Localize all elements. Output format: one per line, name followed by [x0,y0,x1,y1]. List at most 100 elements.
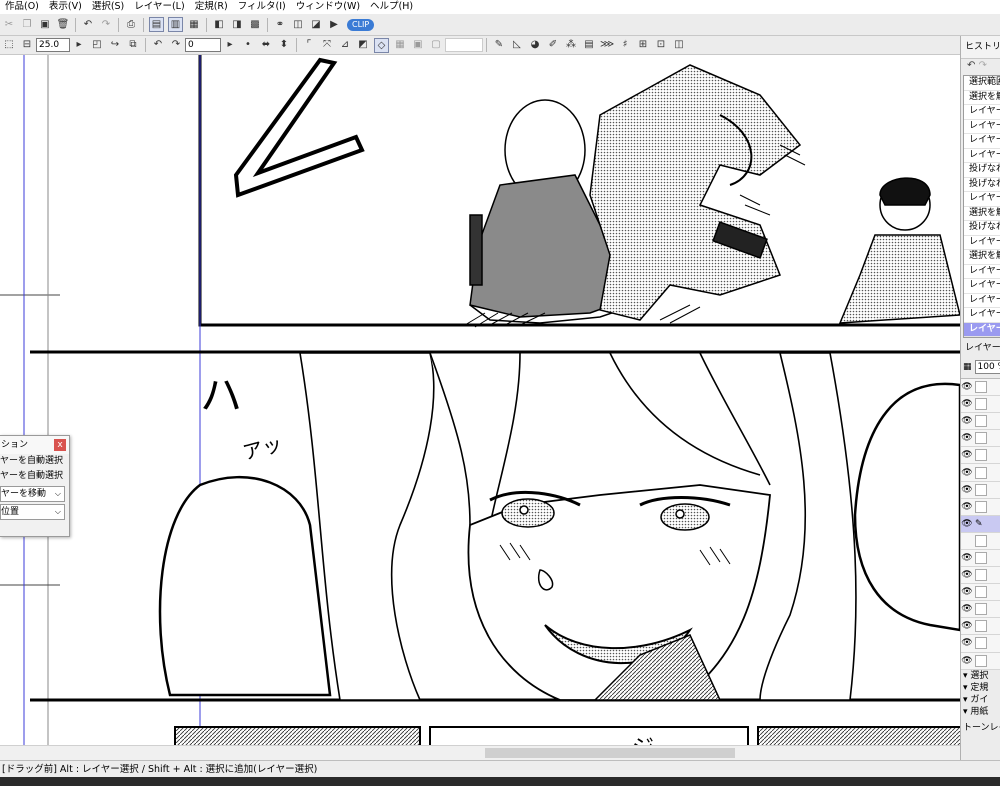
layer-row[interactable]: 👁 [961,601,1000,619]
auto-select-layer-option-1[interactable]: ヤーを自動選択 [0,454,69,469]
print-icon[interactable]: ⎙ [124,18,138,32]
history-item[interactable]: レイヤー [964,265,1000,279]
material-icon[interactable]: ⚭ [273,18,287,32]
menu-item-work[interactable]: 作品(O) [0,0,44,14]
page-view-icon[interactable]: ▤ [149,17,164,32]
spread-view-icon[interactable]: ▥ [168,17,183,32]
eye-icon[interactable]: 👁 [961,468,973,478]
distort-icon[interactable]: ◩ [356,38,370,52]
history-item[interactable]: 選択を解 [964,250,1000,265]
brush-icon[interactable]: ✐ [546,38,560,52]
horizontal-scrollbar[interactable] [0,745,960,760]
history-item[interactable]: レイヤー [964,236,1000,250]
rotate-right-icon[interactable]: ↷ [169,38,183,52]
fill-icon[interactable]: ◕ [528,38,542,52]
layer-lock-box[interactable] [975,551,987,564]
layer-lock-box[interactable] [975,620,987,633]
layer-row[interactable]: 👁 [961,567,1000,585]
grid-icon[interactable]: ⊞ [636,38,650,52]
cancel-icon[interactable]: ▢ [429,38,443,52]
redo-icon[interactable]: ↷ [979,60,987,71]
copy-icon[interactable]: ❐ [20,18,34,32]
eye-icon[interactable]: 👁 [961,638,973,648]
perspective-icon[interactable]: ◇ [374,37,389,53]
eye-icon[interactable]: 👁 [961,433,973,443]
flip-icon[interactable]: ⧉ [126,38,140,52]
history-item[interactable]: 選択範囲 [964,76,1000,91]
drawing-canvas[interactable]: ハ アッ ジ [0,55,960,760]
blank-field[interactable] [445,38,483,52]
layer-group-guide[interactable]: ▾ ガイ [961,694,1000,706]
layer-row[interactable]: 👁 [961,550,1000,568]
color-mode-icon[interactable]: ▦ [963,362,972,372]
layer-lock-box[interactable] [975,466,987,479]
menu-item-view[interactable]: 表示(V) [44,0,87,14]
clip-button[interactable]: CLIP [347,18,375,31]
skew-icon[interactable]: ⊿ [338,38,352,52]
paste-icon[interactable]: ▣ [38,18,52,32]
effect-line-icon[interactable]: ⋙ [600,38,614,52]
layer-group-ruler[interactable]: ▾ 定規 [961,682,1000,694]
layer-lock-box[interactable] [975,381,987,394]
layer-lock-box[interactable] [975,603,987,616]
history-item[interactable]: レイヤー [964,279,1000,294]
history-item-selected[interactable]: レイヤー [964,322,1000,337]
scale-icon[interactable]: ⤧ [320,38,334,52]
history-item[interactable]: レイヤー [964,120,1000,134]
layer-window-icon[interactable]: ◪ [309,18,323,32]
layer-lock-box[interactable] [975,586,987,599]
eye-icon[interactable]: 👁 [961,587,973,597]
pen-icon[interactable]: ✎ [492,38,506,52]
lock-icon[interactable]: ⊟ [20,38,34,52]
history-item[interactable]: レイヤー [964,134,1000,149]
eye-icon[interactable]: 👁 [961,416,973,426]
redo-icon[interactable]: ↷ [99,18,113,32]
pattern-icon[interactable]: ▤ [582,38,596,52]
flip-horizontal-icon[interactable]: ⬌ [259,38,273,52]
opacity-field[interactable]: 100 % [974,360,1000,374]
menu-item-layer[interactable]: レイヤー(L) [129,0,189,14]
delete-icon[interactable]: 🗑 [56,18,70,32]
eye-icon[interactable]: 👁 [961,399,973,409]
layer-row[interactable]: 👁 [961,413,1000,431]
rotate-icon[interactable]: ↪ [108,38,122,52]
dot-icon[interactable]: • [241,38,255,52]
angle-arrow-icon[interactable]: ▸ [223,38,237,52]
eye-icon[interactable]: 👁 [961,502,973,512]
layer-lock-box[interactable] [975,534,987,547]
hatch-icon[interactable]: ♯ [618,38,632,52]
layer-row[interactable]: 👁 [961,635,1000,653]
layer-row[interactable]: 👁 [961,396,1000,414]
eye-icon[interactable]: 👁 [961,519,973,529]
story-icon[interactable]: ▦ [187,18,201,32]
layer-row[interactable]: 👁 [961,430,1000,448]
frame-icon[interactable]: ◫ [672,38,686,52]
position-select[interactable]: 位置 ⌵ [0,504,65,520]
layer-lock-box[interactable] [975,637,987,650]
eye-icon[interactable]: 👁 [961,553,973,563]
layer-row[interactable]: 👁 [961,499,1000,516]
menu-item-help[interactable]: ヘルプ(H) [365,0,418,14]
move-layer-select[interactable]: ヤーを移動 ⌵ [0,486,65,502]
layer-row[interactable]: 👁 [961,464,1000,482]
size-arrow-icon[interactable]: ▸ [72,38,86,52]
mesh-icon[interactable]: ▦ [393,38,407,52]
menu-item-filter[interactable]: フィルタ(I) [233,0,291,14]
layer-row[interactable] [961,533,1000,550]
layer-lock-box[interactable] [975,449,987,462]
menu-item-window[interactable]: ウィンドウ(W) [291,0,365,14]
layer-group-selection[interactable]: ▾ 選択 [961,670,1000,682]
auto-select-layer-option-2[interactable]: ヤーを自動選択 [0,469,69,484]
play-icon[interactable]: ▶ [327,18,341,32]
history-item[interactable]: レイヤー [964,105,1000,120]
history-item[interactable]: レイヤー( [964,308,1000,323]
scrollbar-thumb[interactable] [485,748,735,758]
eye-icon[interactable]: 👁 [961,450,973,460]
layer-row[interactable]: 👁 [961,379,1000,397]
undo-icon[interactable]: ↶ [81,18,95,32]
select-tool-icon[interactable]: ⬚ [2,38,16,52]
ok-icon[interactable]: ▣ [411,38,425,52]
layer-row[interactable]: 👁 [961,447,1000,465]
history-item[interactable]: 選択を解 [964,91,1000,105]
properties-icon[interactable]: ◨ [230,18,244,32]
